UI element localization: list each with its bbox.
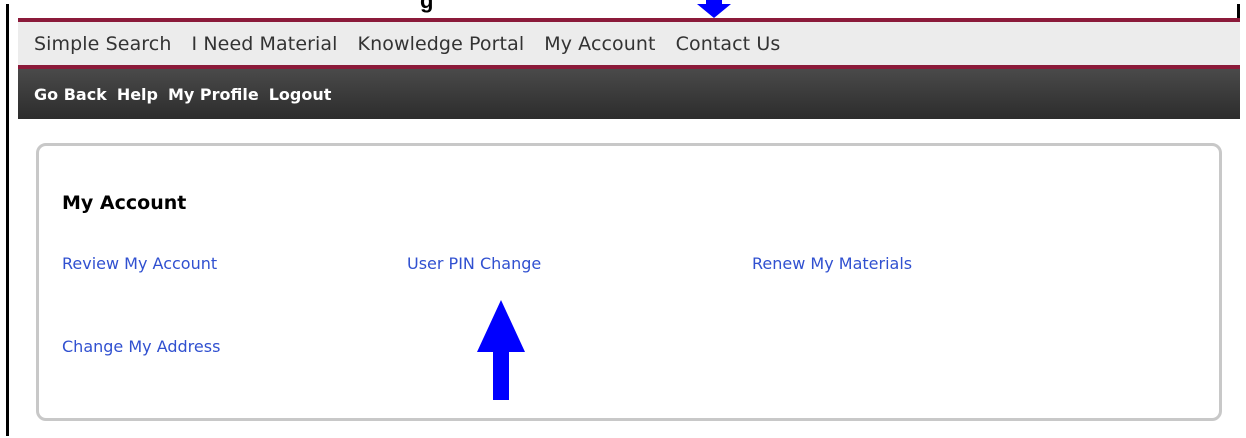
nav-i-need-material[interactable]: I Need Material bbox=[192, 33, 338, 55]
renew-my-materials-link[interactable]: Renew My Materials bbox=[752, 254, 912, 273]
nav-contact-us[interactable]: Contact Us bbox=[676, 33, 781, 55]
nav-knowledge-portal[interactable]: Knowledge Portal bbox=[358, 33, 525, 55]
nav-logout[interactable]: Logout bbox=[269, 85, 332, 104]
my-account-panel: My Account Review My Account User PIN Ch… bbox=[36, 143, 1222, 421]
arrow-up-annotation-icon bbox=[477, 300, 525, 400]
change-my-address-link[interactable]: Change My Address bbox=[62, 337, 220, 356]
nav-simple-search[interactable]: Simple Search bbox=[34, 33, 172, 55]
review-my-account-link[interactable]: Review My Account bbox=[62, 254, 217, 273]
primary-nav: Simple Search I Need Material Knowledge … bbox=[18, 22, 1240, 69]
nav-my-profile[interactable]: My Profile bbox=[168, 85, 259, 104]
arrow-down-annotation-icon bbox=[697, 0, 731, 18]
site-window: Simple Search I Need Material Knowledge … bbox=[18, 18, 1240, 436]
panel-title: My Account bbox=[62, 192, 187, 214]
nav-help[interactable]: Help bbox=[117, 85, 158, 104]
nav-my-account[interactable]: My Account bbox=[544, 33, 655, 55]
nav-go-back[interactable]: Go Back bbox=[34, 85, 107, 104]
cropped-heading-text: g bbox=[420, 0, 434, 13]
secondary-nav: Go Back Help My Profile Logout bbox=[18, 69, 1240, 119]
user-pin-change-link[interactable]: User PIN Change bbox=[407, 254, 541, 273]
